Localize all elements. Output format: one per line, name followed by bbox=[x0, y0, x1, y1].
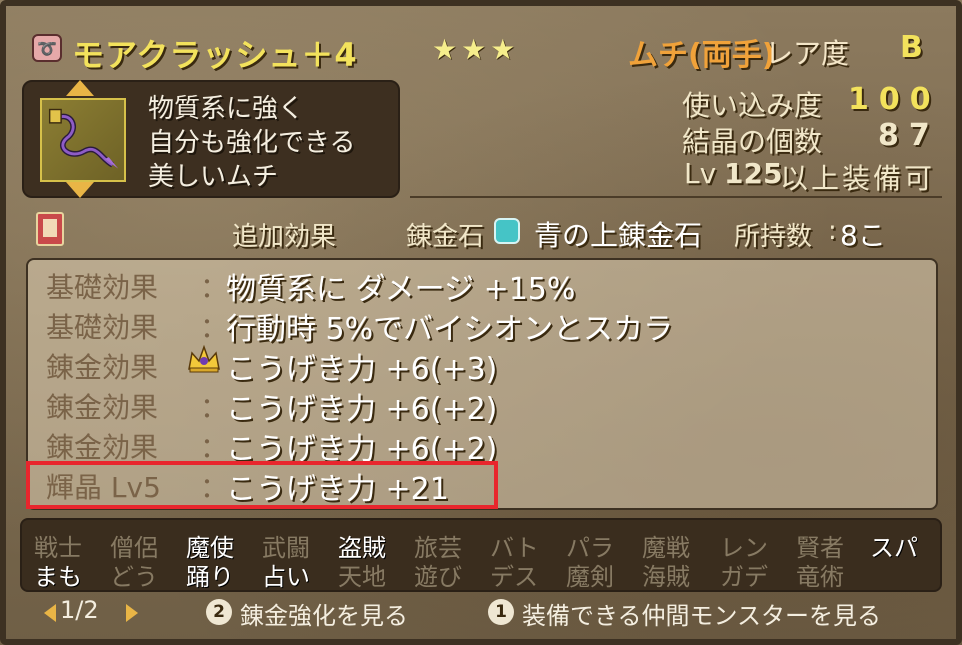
effect-value: こうげき力 +6(+3) bbox=[226, 352, 498, 387]
job-1: まも bbox=[34, 563, 82, 591]
description-line: 自分も強化できる bbox=[148, 128, 356, 158]
job-4: 占い bbox=[262, 563, 310, 591]
effect-colon: ： bbox=[200, 311, 229, 344]
effect-colon: ： bbox=[200, 271, 229, 304]
book-icon bbox=[36, 212, 64, 246]
job-6: 遊び bbox=[414, 563, 462, 591]
button-2-icon[interactable]: 2 bbox=[206, 599, 232, 625]
job-3: 踊り bbox=[186, 563, 234, 591]
view-monsters-button[interactable]: 装備できる仲間モンスターを見る bbox=[522, 596, 881, 631]
effect-value: 行動時 5%でバイシオンとスカラ bbox=[226, 312, 674, 347]
effect-value: こうげき力 +6(+2) bbox=[226, 392, 498, 427]
item-name: モアクラッシュ＋4 bbox=[72, 36, 358, 74]
button-1-icon[interactable]: 1 bbox=[488, 599, 514, 625]
job-2: どう bbox=[110, 563, 158, 591]
whip-category-icon: ➰ bbox=[32, 34, 62, 62]
item-image bbox=[40, 98, 126, 182]
effect-colon: ： bbox=[200, 431, 229, 464]
job-9: 海賊 bbox=[642, 563, 690, 591]
page-next-arrow-icon[interactable] bbox=[126, 604, 138, 622]
effect-label: 基礎効果 bbox=[46, 311, 159, 344]
prev-item-arrow-icon[interactable] bbox=[66, 80, 94, 96]
effect-label: 錬金効果 bbox=[46, 391, 159, 424]
crystal-count-label: 結晶の個数 bbox=[682, 125, 823, 158]
view-alchemy-button[interactable]: 錬金強化を見る bbox=[240, 596, 408, 631]
page-prev-arrow-icon[interactable] bbox=[44, 604, 56, 622]
rarity-label: レア度 bbox=[765, 37, 850, 70]
effect-label: 錬金効果 bbox=[46, 351, 159, 384]
highlight-box bbox=[26, 461, 498, 509]
crown-icon bbox=[186, 343, 222, 375]
next-item-arrow-icon[interactable] bbox=[66, 182, 94, 198]
job-11: 竜術 bbox=[796, 563, 844, 591]
owned-value: 8こ bbox=[840, 219, 886, 252]
job-12: スパ bbox=[870, 534, 918, 562]
job-5: 天地 bbox=[338, 563, 386, 591]
equip-level-suffix: 以上装備可 bbox=[780, 162, 936, 195]
job-8: 魔剣 bbox=[566, 563, 614, 591]
equip-level-prefix: Lv bbox=[684, 157, 717, 190]
job-10: ガデ bbox=[720, 563, 768, 591]
effect-label: 基礎効果 bbox=[46, 271, 159, 304]
owned-label: 所持数 bbox=[734, 222, 813, 252]
crystal-count-value: 87 bbox=[878, 118, 940, 153]
stone-name: 青の上錬金石 bbox=[534, 219, 703, 252]
effect-value: 物質系に ダメージ +15% bbox=[226, 272, 576, 307]
usage-value: 100 bbox=[848, 82, 941, 117]
quality-stars: ★★★ bbox=[432, 33, 520, 66]
alchemy-stone-label: 錬金石 bbox=[406, 222, 485, 252]
job-7: デス bbox=[490, 563, 538, 591]
equip-level-value: 125 bbox=[724, 157, 783, 190]
usage-label: 使い込み度 bbox=[682, 89, 823, 122]
page-indicator: 1/2 bbox=[60, 596, 99, 624]
description-line: 物質系に強く bbox=[148, 94, 305, 124]
rarity-value: B bbox=[900, 30, 923, 65]
weapon-type: ムチ(両手) bbox=[628, 38, 776, 73]
effect-label: 錬金効果 bbox=[46, 431, 159, 464]
whip-icon bbox=[48, 108, 119, 169]
owned-colon: : bbox=[828, 216, 837, 246]
alchemy-stone-icon bbox=[494, 218, 520, 244]
extra-effect-label: 追加効果 bbox=[232, 222, 337, 252]
description-line: 美しいムチ bbox=[148, 162, 279, 192]
effect-colon: ： bbox=[200, 391, 229, 424]
